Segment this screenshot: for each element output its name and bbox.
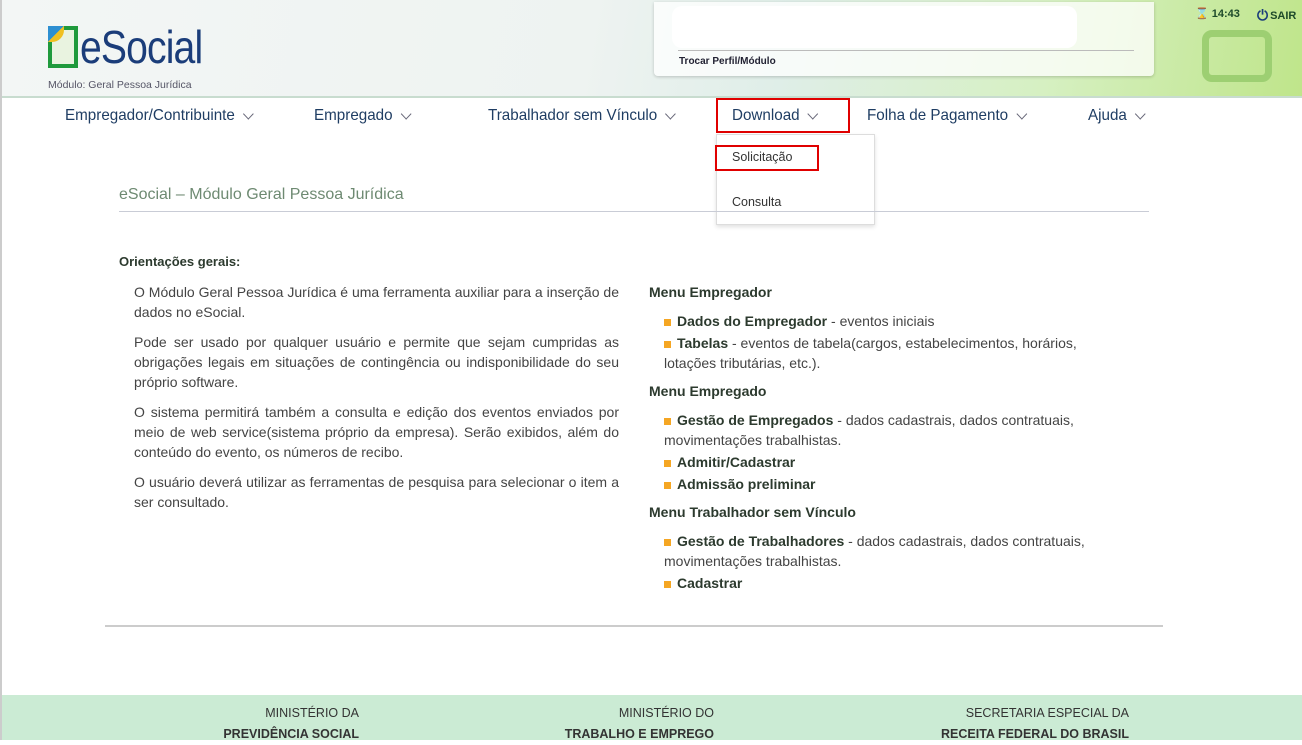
footer-previdencia: MINISTÉRIO DA PREVIDÊNCIA SOCIAL — [223, 706, 359, 741]
divider — [105, 625, 1163, 627]
list-item: Gestão de Trabalhadores - dados cadastra… — [664, 531, 1129, 571]
paragraph: Pode ser usado por qualquer usuário e pe… — [134, 334, 619, 390]
nav-folha-pagamento[interactable]: Folha de Pagamento — [867, 100, 1027, 132]
nav-label: Folha de Pagamento — [867, 107, 1009, 124]
divider — [119, 211, 1149, 212]
list-item: Admitir/Cadastrar — [664, 452, 1129, 472]
switch-profile-link[interactable]: Trocar Perfil/Módulo — [679, 56, 776, 67]
power-icon: ⏻ — [1257, 7, 1269, 23]
chevron-down-icon — [1016, 108, 1027, 120]
orientations-heading: Orientações gerais: — [119, 254, 241, 269]
footer: MINISTÉRIO DA PREVIDÊNCIA SOCIAL MINISTÉR… — [2, 695, 1302, 741]
logout-button[interactable]: ⏻ SAIR — [1257, 7, 1296, 24]
session-time: 14:43 — [1211, 8, 1240, 20]
nav-label: Empregado — [314, 107, 393, 124]
nav-label: Empregador/Contribuinte — [65, 107, 235, 124]
nav-ajuda[interactable]: Ajuda — [1088, 100, 1146, 132]
profile-panel: Trocar Perfil/Módulo — [654, 2, 1154, 76]
paragraph: O usuário deverá utilizar as ferramentas… — [134, 474, 619, 510]
nav-label: Trabalhador sem Vínculo — [488, 107, 658, 124]
chevron-down-icon — [665, 108, 676, 120]
chevron-down-icon — [242, 108, 254, 120]
logo-text: eSocial — [80, 21, 203, 73]
page-title: eSocial – Módulo Geral Pessoa Jurídica — [119, 186, 404, 203]
header: eSocial Módulo: Geral Pessoa Jurídica Tr… — [2, 0, 1302, 98]
divider — [678, 50, 1134, 51]
decorative-shape — [1202, 30, 1272, 82]
nav-trabalhador-sem-vinculo[interactable]: Trabalhador sem Vínculo — [488, 100, 676, 132]
nav-empregador[interactable]: Empregador/Contribuinte — [65, 100, 254, 132]
esocial-logo[interactable]: eSocial — [48, 21, 224, 73]
list-item: Dados do Empregador - eventos iniciais — [664, 311, 1129, 331]
module-label: Módulo: Geral Pessoa Jurídica — [48, 79, 192, 91]
chevron-down-icon — [400, 108, 412, 120]
logo-mark-icon — [48, 26, 78, 68]
profile-info-field — [672, 6, 1077, 48]
download-highlight-box — [716, 98, 850, 133]
section-title: Menu Empregado — [649, 383, 767, 399]
nav-empregado[interactable]: Empregado — [314, 100, 412, 132]
menu-guide: Menu Empregador Dados do Empregador - ev… — [649, 282, 1129, 601]
dropdown-item-consulta[interactable]: Consulta — [732, 195, 781, 209]
orientations-text: O Módulo Geral Pessoa Jurídica é uma fer… — [134, 282, 619, 522]
list-item: Admissão preliminar — [664, 474, 1129, 494]
paragraph: O sistema permitirá também a consulta e … — [134, 404, 619, 460]
list-item: Gestão de Empregados - dados cadastrais,… — [664, 410, 1129, 450]
list-item: Cadastrar — [664, 573, 1129, 593]
hourglass-icon: ⌛ — [1195, 8, 1209, 20]
main-nav: Empregador/Contribuinte Empregado Trabal… — [2, 100, 1302, 134]
solicitacao-highlight-box — [715, 145, 819, 171]
list-item: Tabelas - eventos de tabela(cargos, esta… — [664, 333, 1129, 373]
logout-label: SAIR — [1270, 9, 1297, 22]
nav-label: Ajuda — [1088, 107, 1127, 124]
session-timer: ⌛ 14:43 — [1195, 7, 1240, 20]
footer-receita: SECRETARIA ESPECIAL DA RECEITA FEDERAL DO… — [941, 706, 1129, 741]
section-title: Menu Empregador — [649, 284, 772, 300]
footer-trabalho: MINISTÉRIO DO TRABALHO E EMPREGO — [564, 706, 714, 741]
chevron-down-icon — [1134, 108, 1146, 120]
paragraph: O Módulo Geral Pessoa Jurídica é uma fer… — [134, 284, 619, 320]
section-title: Menu Trabalhador sem Vínculo — [649, 504, 856, 520]
